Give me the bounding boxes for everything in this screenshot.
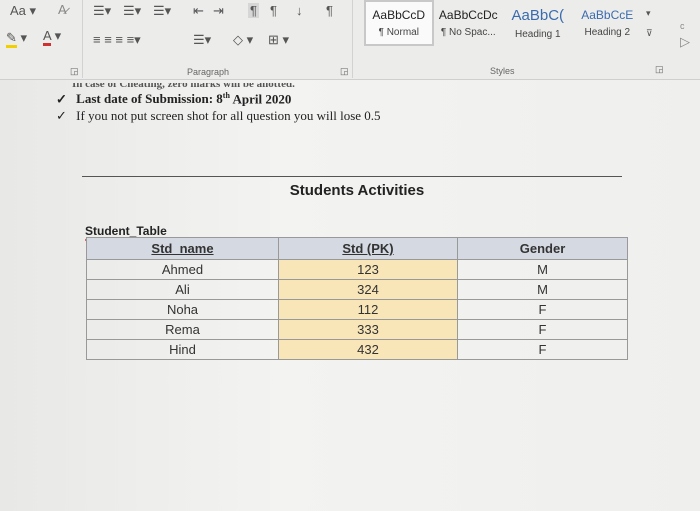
highlighter-icon: ✎ <box>6 30 17 48</box>
table-row: Ahmed 123 M <box>86 259 628 280</box>
sort-icon[interactable]: ↓ <box>296 3 303 18</box>
table-caption: Student_Table <box>85 224 167 238</box>
student-table: Std_name Std (PK) Gender Ahmed 123 M Ali 32… <box>86 237 628 360</box>
multilevel-list-button[interactable]: ☰▾ <box>153 3 171 19</box>
table-header-row: Std_name Std (PK) Gender <box>86 237 628 260</box>
bullets-button[interactable]: ☰▾ <box>93 3 111 19</box>
cell-gender: M <box>457 279 628 300</box>
font-color-icon: A <box>43 28 51 46</box>
ltr-button[interactable]: ¶ <box>248 3 259 18</box>
paragraph-dialog-launcher-icon[interactable]: ◲ <box>340 66 349 77</box>
cell-name: Hind <box>86 339 279 360</box>
style-normal[interactable]: AaBbCcD ¶ Normal <box>364 0 434 46</box>
header-text: Std_name <box>151 241 214 256</box>
header-std-name: Std_name <box>86 237 279 260</box>
gallery-scroll-up-icon[interactable]: ▾ <box>646 8 651 19</box>
cell-pk: 432 <box>278 339 458 360</box>
decrease-indent-button[interactable]: ⇤ <box>193 3 204 19</box>
cell-gender: M <box>457 259 628 280</box>
style-no-spacing[interactable]: AaBbCcDc ¶ No Spac... <box>434 0 504 46</box>
style-label: ¶ Normal <box>378 27 419 38</box>
check-icon: ✓ <box>56 91 67 107</box>
styles-group-label: Styles <box>490 66 515 76</box>
styles-dialog-launcher-icon[interactable]: ◲ <box>655 64 664 75</box>
increase-indent-button[interactable]: ⇥ <box>213 3 224 19</box>
style-label: Heading 1 <box>514 28 561 40</box>
bullet-text-rest: April 2020 <box>229 91 292 107</box>
bullet-text: Last date of Submission: 8 <box>76 91 223 107</box>
align-buttons[interactable]: ≡ ≡ ≡ ≡▾ <box>93 32 141 48</box>
check-icon: ✓ <box>56 108 67 123</box>
style-label: Heading 2 <box>584 27 631 38</box>
style-preview: AaBbCcDc <box>438 8 498 22</box>
horizontal-rule <box>82 176 622 177</box>
cell-pk: 324 <box>278 279 458 300</box>
style-preview: AaBbCcE <box>581 8 634 22</box>
header-gender: Gender <box>457 237 628 260</box>
header-text: Std (PK) <box>342 241 394 256</box>
table-row: Ali 324 M <box>86 279 628 300</box>
rtl-button[interactable]: ¶ <box>270 3 277 18</box>
style-preview: AaBbCcD <box>372 8 426 22</box>
bullet-screenshot-note: ✓ If you not put screen shot for all que… <box>56 108 381 124</box>
style-label: ¶ No Spac... <box>440 27 496 38</box>
table-row: Rema 333 F <box>86 319 628 340</box>
cell-pk: 123 <box>278 259 458 280</box>
bullet-sup: th <box>222 91 230 100</box>
style-heading-1[interactable]: AaBbC( Heading 1 <box>503 0 573 46</box>
cell-gender: F <box>457 339 628 360</box>
clear-formatting-icon[interactable]: A̷ <box>58 2 67 17</box>
replace-icon[interactable]: ᶜ <box>680 20 685 35</box>
gallery-more-icon[interactable]: ⊽ <box>646 28 653 39</box>
section-title: Students Activities <box>289 182 425 199</box>
borders-button[interactable]: ⊞ ▾ <box>268 32 289 48</box>
cell-name: Ali <box>86 279 279 300</box>
change-case-button[interactable]: Aa ▾ <box>10 3 36 19</box>
cell-name: Rema <box>86 319 279 340</box>
bullet-submission-date: ✓ Last date of Submission: 8th April 202… <box>56 91 291 107</box>
select-cursor-icon[interactable]: ▷ <box>680 34 690 50</box>
shading-button[interactable]: ◇ ▾ <box>233 32 253 48</box>
cell-name: Ahmed <box>86 259 279 280</box>
dialog-launcher-icon[interactable]: ◲ <box>70 66 79 77</box>
table-row: Hind 432 F <box>86 339 628 360</box>
cell-name: Noha <box>86 299 279 320</box>
change-case-label: Aa <box>10 3 26 18</box>
cell-pk: 333 <box>278 319 458 340</box>
highlight-color-button[interactable]: ✎ ▾ <box>6 30 27 48</box>
table-row: Noha 112 F <box>86 299 628 320</box>
show-formatting-icon[interactable]: ¶ <box>326 3 333 18</box>
header-std-pk: Std (PK) <box>278 237 458 260</box>
line-spacing-button[interactable]: ☰▾ <box>193 32 211 48</box>
cell-gender: F <box>457 299 628 320</box>
paragraph-group-label: Paragraph <box>187 67 230 77</box>
style-heading-2[interactable]: AaBbCcE Heading 2 <box>573 0 643 46</box>
bullet-text: If you not put screen shot for all quest… <box>76 108 381 123</box>
ribbon: Aa ▾ A̷ ✎ ▾ A ▾ ☰▾ ☰▾ ☰▾ ⇤ ⇥ ¶ ¶ ↓ ¶ ≡ ≡… <box>0 0 700 80</box>
font-color-button[interactable]: A ▾ <box>43 28 61 46</box>
numbering-button[interactable]: ☰▾ <box>123 3 141 19</box>
cell-pk: 112 <box>278 299 458 320</box>
styles-gallery: AaBbCcD ¶ Normal AaBbCcDc ¶ No Spac... AaB… <box>364 0 642 46</box>
style-preview: AaBbC( <box>511 6 565 24</box>
cell-gender: F <box>457 319 628 340</box>
